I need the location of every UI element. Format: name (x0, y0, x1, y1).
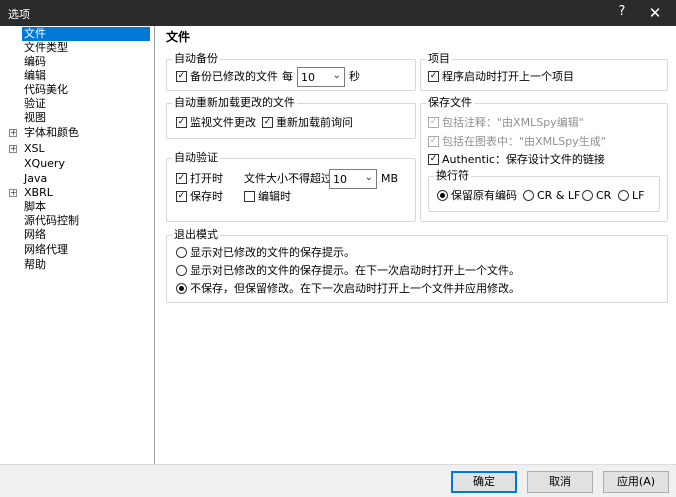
exit-mode-prompt-reopen-label: 显示对已修改的文件的保存提示。在下一次启动时打开上一个文件。 (190, 264, 520, 277)
open-last-project-checkbox[interactable]: ✓ (428, 71, 439, 82)
window-title: 选项 (8, 8, 30, 21)
tree-item-label: 编码 (24, 55, 46, 68)
line-break-cr-label: CR (596, 189, 612, 202)
validate-on-open-checkbox[interactable]: ✓ (176, 173, 187, 184)
tree-item-label: 源代码控制 (24, 214, 79, 227)
ask-before-reload-checkbox[interactable]: ✓ (262, 117, 273, 128)
project-group-label: 项目 (426, 52, 452, 65)
chevron-down-icon: ⌄ (332, 70, 341, 81)
cancel-button[interactable]: 取消 (527, 471, 593, 493)
tree-item-label: 编辑 (24, 69, 46, 82)
tree-item-label: 验证 (24, 97, 46, 110)
line-break-cr-radio[interactable] (582, 190, 593, 201)
tree-item-label: 文件类型 (24, 41, 68, 54)
ask-before-reload-label: 重新加载前询问 (276, 116, 353, 129)
size-limit-label: 文件大小不得超过 (244, 172, 332, 185)
validate-on-save-label: 保存时 (190, 190, 223, 203)
open-last-project-label: 程序启动时打开上一个项目 (442, 70, 574, 83)
tree-item-label: 网络 (24, 228, 46, 241)
authentic-link-checkbox[interactable]: ✓ (428, 154, 439, 165)
tree-item-label: 文件 (22, 27, 150, 41)
line-break-lf-radio[interactable] (618, 190, 629, 201)
tree-item-label: 网络代理 (24, 243, 68, 256)
tree-item-label: 脚本 (24, 200, 46, 213)
help-button[interactable]: ? (612, 4, 632, 19)
size-limit-combo[interactable]: 10 ⌄ (329, 169, 377, 189)
autosave-interval-value: 10 (301, 71, 315, 84)
monitor-changes-label: 监视文件更改 (190, 116, 256, 129)
autosave-interval-combo[interactable]: 10 ⌄ (297, 67, 345, 87)
apply-button[interactable]: 应用(A) (603, 471, 669, 493)
exit-mode-prompt-label: 显示对已修改的文件的保存提示。 (190, 246, 355, 259)
exit-mode-prompt-radio[interactable] (176, 247, 187, 258)
include-comment-label: 包括注释："由XMLSpy编辑" (442, 116, 584, 129)
exit-mode-prompt-reopen-radio[interactable] (176, 265, 187, 276)
line-break-preserve-radio[interactable] (437, 190, 448, 201)
tree-item-label: Java (24, 172, 48, 185)
tree-item-label: 代码美化 (24, 83, 68, 96)
plus-icon[interactable]: + (9, 129, 17, 137)
tree-item-label: 帮助 (24, 258, 46, 271)
autosave-checkbox-label: 备份已修改的文件 (190, 70, 278, 83)
autosave-group-label: 自动备份 (172, 52, 220, 65)
reload-group-label: 自动重新加载更改的文件 (172, 96, 297, 109)
tree-item-label: 视图 (24, 111, 46, 124)
category-tree: 文件 文件类型 编码 编辑 代码美化 验证 视图 + 字体和颜色 + XSL X… (0, 26, 155, 464)
size-limit-unit: MB (381, 172, 399, 185)
autosave-checkbox[interactable]: ✓ (176, 71, 187, 82)
validate-on-open-label: 打开时 (190, 172, 223, 185)
page-title: 文件 (166, 30, 191, 44)
size-limit-value: 10 (333, 173, 347, 186)
plus-icon[interactable]: + (9, 189, 17, 197)
exit-mode-keep-changes-radio[interactable] (176, 283, 187, 294)
close-button[interactable]: ✕ (640, 2, 670, 24)
include-chart-label: 包括在图表中："由XMLSpy生成" (442, 135, 606, 148)
include-chart-checkbox[interactable]: ✓ (428, 136, 439, 147)
tree-item-label: XSL (24, 142, 45, 155)
line-break-crlf-radio[interactable] (523, 190, 534, 201)
title-bar: 选项 ? ✕ (0, 0, 676, 26)
chevron-down-icon: ⌄ (364, 172, 373, 183)
save-file-group-label: 保存文件 (426, 96, 474, 109)
validate-on-save-checkbox[interactable]: ✓ (176, 191, 187, 202)
ok-button[interactable]: 确定 (451, 471, 517, 493)
validate-on-edit-label: 编辑时 (258, 190, 291, 203)
line-break-preserve-label: 保留原有编码 (451, 189, 517, 202)
tree-item-label: 字体和颜色 (24, 126, 79, 139)
monitor-changes-checkbox[interactable]: ✓ (176, 117, 187, 128)
line-break-crlf-label: CR & LF (537, 189, 581, 202)
tree-item-label: XQuery (24, 157, 65, 170)
dialog-footer: 确定 取消 应用(A) (0, 464, 676, 497)
plus-icon[interactable]: + (9, 145, 17, 153)
tree-item-label: XBRL (24, 186, 53, 199)
line-break-group-label: 换行符 (434, 169, 471, 182)
exit-mode-group-label: 退出模式 (172, 228, 220, 241)
line-break-lf-label: LF (632, 189, 645, 202)
autosave-unit-label: 秒 (349, 70, 360, 83)
authentic-link-label: Authentic：保存设计文件的链接 (442, 153, 605, 166)
include-comment-checkbox[interactable]: ✓ (428, 117, 439, 128)
validation-group-label: 自动验证 (172, 151, 220, 164)
autosave-every-label: 每 (282, 70, 293, 83)
validate-on-edit-checkbox[interactable] (244, 191, 255, 202)
settings-panel: 文件 自动备份 ✓ 备份已修改的文件 每 10 ⌄ 秒 自动重新加载更改的文件 … (156, 26, 676, 464)
exit-mode-keep-changes-label: 不保存，但保留修改。在下一次启动时打开上一个文件并应用修改。 (190, 282, 520, 295)
